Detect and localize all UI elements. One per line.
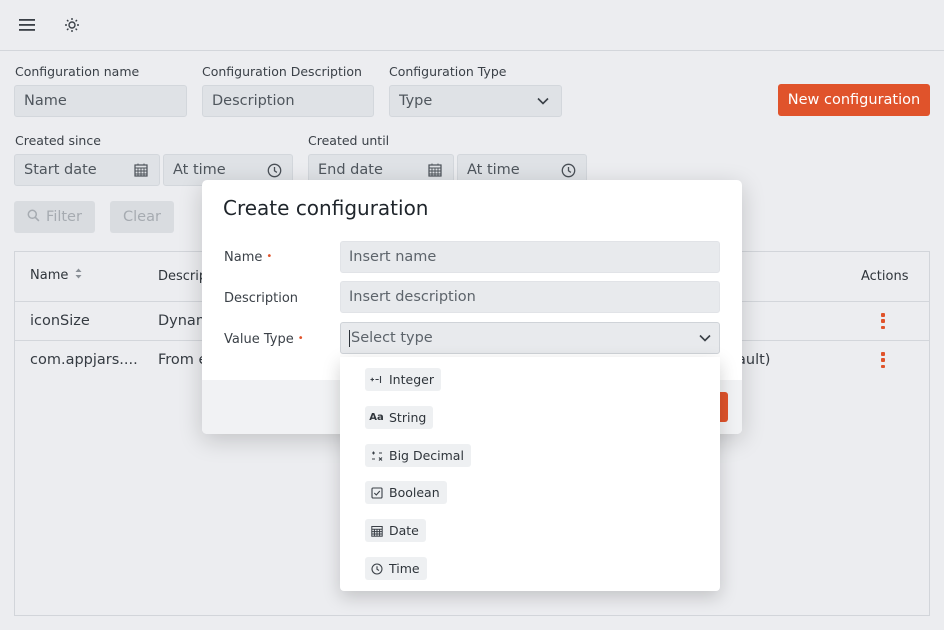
option-boolean[interactable]: Boolean — [365, 481, 447, 504]
option-date[interactable]: Date — [365, 519, 426, 542]
column-header-actions: Actions — [861, 269, 909, 284]
config-type-label: Configuration Type — [389, 64, 507, 79]
dialog-title: Create configuration — [223, 196, 429, 220]
value-type-dropdown: Integer Aa String Big Decimal Boolean Da… — [340, 357, 720, 591]
clock-icon — [370, 562, 383, 575]
option-big-decimal[interactable]: Big Decimal — [365, 444, 471, 467]
calendar-icon[interactable] — [426, 161, 444, 179]
name-field-label: Name • — [224, 250, 273, 265]
sort-icon[interactable] — [75, 268, 82, 283]
value-type-select[interactable]: Select type — [340, 322, 720, 354]
clock-icon[interactable] — [559, 161, 577, 179]
required-marker: • — [266, 251, 273, 262]
row-2-value: ault) — [737, 352, 771, 368]
required-marker: • — [297, 333, 304, 344]
column-header-description[interactable]: Descrip — [158, 269, 207, 284]
row-2-description: From e — [158, 352, 208, 368]
row-1-name: iconSize — [30, 313, 90, 329]
row-actions-menu-icon[interactable] — [880, 352, 886, 368]
search-icon — [27, 209, 40, 226]
description-field-label: Description — [224, 291, 299, 306]
config-name-input[interactable]: Name — [14, 85, 187, 117]
clock-icon[interactable] — [265, 161, 283, 179]
big-decimal-icon — [370, 449, 383, 462]
column-header-name[interactable]: Name — [30, 268, 82, 283]
filter-button[interactable]: Filter — [14, 201, 95, 233]
string-icon: Aa — [369, 412, 384, 423]
option-string[interactable]: Aa String — [365, 406, 434, 429]
integer-icon — [370, 373, 383, 386]
clear-button[interactable]: Clear — [110, 201, 174, 233]
row-actions-menu-icon[interactable] — [880, 313, 886, 329]
chevron-down-icon — [699, 330, 711, 346]
value-type-field-label: Value Type • — [224, 332, 304, 347]
sun-icon[interactable] — [59, 12, 85, 38]
name-input[interactable]: Insert name — [340, 241, 720, 273]
calendar-icon — [370, 524, 383, 537]
config-description-input[interactable]: Description — [202, 85, 374, 117]
new-configuration-button[interactable]: New configuration — [778, 84, 930, 116]
start-date-input[interactable]: Start date — [14, 154, 160, 186]
option-time[interactable]: Time — [365, 557, 427, 580]
config-name-label: Configuration name — [15, 64, 140, 79]
option-integer[interactable]: Integer — [365, 368, 441, 391]
hamburger-menu-icon[interactable] — [14, 12, 40, 38]
created-since-label: Created since — [15, 133, 101, 148]
text-cursor — [349, 329, 350, 347]
created-until-label: Created until — [308, 133, 390, 148]
config-type-select[interactable]: Type — [389, 85, 562, 117]
row-2-name: com.appjars.... — [30, 352, 138, 368]
checkbox-icon — [370, 486, 383, 499]
top-bar — [0, 0, 944, 51]
config-description-label: Configuration Description — [202, 64, 362, 79]
chevron-down-icon — [534, 92, 552, 110]
description-input[interactable]: Insert description — [340, 281, 720, 313]
calendar-icon[interactable] — [132, 161, 150, 179]
